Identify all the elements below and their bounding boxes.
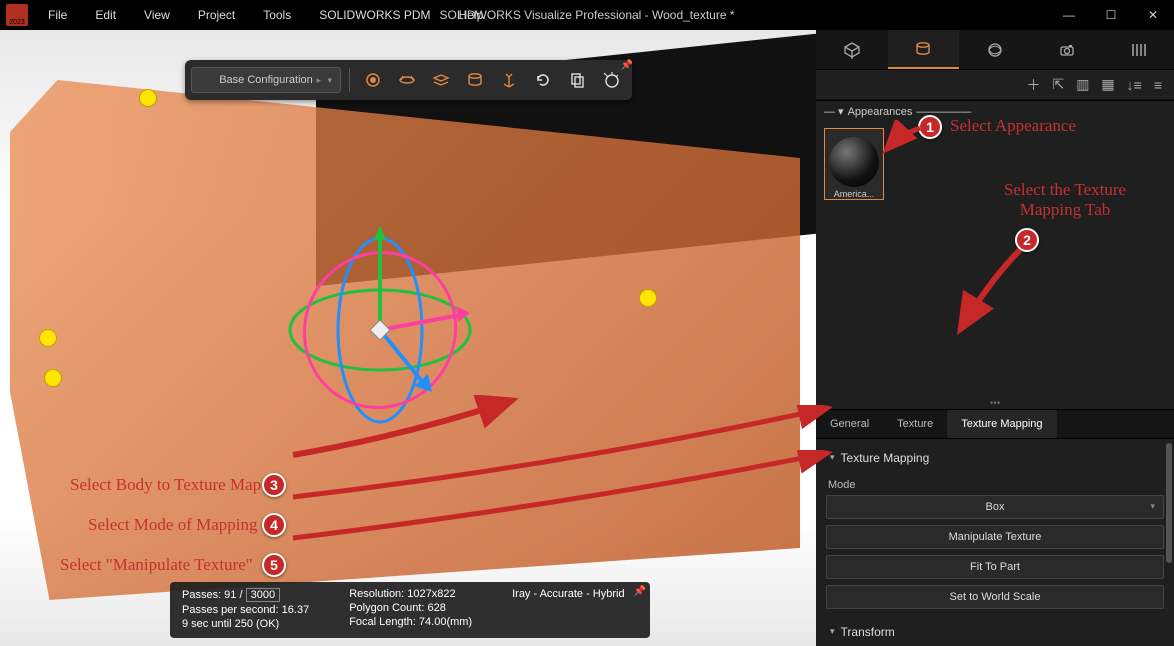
record-icon[interactable] bbox=[358, 65, 388, 95]
tab-scenes-icon[interactable] bbox=[959, 30, 1031, 69]
sort-icon[interactable]: ↓≡ bbox=[1127, 77, 1142, 93]
annotation-5-text: Select "Manipulate Texture" bbox=[60, 555, 253, 575]
subtab-texture[interactable]: Texture bbox=[883, 410, 947, 438]
bbox-handle[interactable] bbox=[640, 290, 656, 306]
passes-total: 3000 bbox=[246, 588, 280, 602]
viewport-toolbar: Base Configuration 📌 bbox=[185, 60, 632, 100]
menu-tools[interactable]: Tools bbox=[249, 2, 305, 28]
bbox-handle[interactable] bbox=[140, 90, 156, 106]
annotation-3-text: Select Body to Texture Map bbox=[70, 475, 261, 495]
tab-library-icon[interactable] bbox=[1102, 30, 1174, 69]
copy-icon[interactable] bbox=[562, 65, 592, 95]
passes-eta: 9 sec until 250 (OK) bbox=[182, 618, 309, 630]
tab-appearances-icon[interactable] bbox=[888, 30, 960, 69]
turntable-icon[interactable] bbox=[392, 65, 422, 95]
menu-bar: File Edit View Project Tools SOLIDWORKS … bbox=[34, 2, 497, 28]
title-bar: 2023 File Edit View Project Tools SOLIDW… bbox=[0, 0, 1174, 30]
texture-mapping-properties: Texture Mapping Mode Box Manipulate Text… bbox=[816, 439, 1174, 646]
pin-icon[interactable]: 📌 bbox=[620, 58, 634, 72]
panel-toolbar: ＋ ⇱ ▥ ▦ ↓≡ ≡ bbox=[816, 70, 1174, 100]
layers-icon[interactable] bbox=[426, 65, 456, 95]
passes-per-second: Passes per second: 16.37 bbox=[182, 604, 309, 616]
status-focal: Focal Length: 74.00(mm) bbox=[349, 616, 472, 628]
render-status-bar: Passes: 91 / 3000 Passes per second: 16.… bbox=[170, 582, 650, 638]
property-subtabs: General Texture Texture Mapping bbox=[816, 409, 1174, 439]
set-world-scale-button[interactable]: Set to World Scale bbox=[826, 585, 1164, 609]
menu-view[interactable]: View bbox=[130, 2, 184, 28]
axis-icon[interactable] bbox=[494, 65, 524, 95]
mode-dropdown[interactable]: Box bbox=[826, 495, 1164, 519]
bbox-handle[interactable] bbox=[40, 330, 56, 346]
menu-project[interactable]: Project bbox=[184, 2, 249, 28]
layout-icon[interactable]: ▥ bbox=[1076, 76, 1089, 93]
subtab-texture-mapping[interactable]: Texture Mapping bbox=[947, 410, 1056, 438]
tab-models-icon[interactable] bbox=[816, 30, 888, 69]
appearance-preview-sphere bbox=[829, 137, 879, 187]
annotation-4-badge: 4 bbox=[262, 513, 286, 537]
tab-cameras-icon[interactable] bbox=[1031, 30, 1103, 69]
subtab-general[interactable]: General bbox=[816, 410, 883, 438]
appearance-thumbnail[interactable]: America... bbox=[824, 128, 884, 200]
scrollbar[interactable] bbox=[1166, 439, 1172, 646]
annotation-1-text: Select Appearance bbox=[950, 116, 1076, 136]
menu-file[interactable]: File bbox=[34, 2, 81, 28]
annotation-1-badge: 1 bbox=[918, 115, 942, 139]
annotation-2-badge: 2 bbox=[1015, 228, 1039, 252]
add-icon[interactable]: ＋ bbox=[1026, 75, 1040, 95]
annotation-5-badge: 5 bbox=[262, 553, 286, 577]
status-engine: Iray - Accurate - Hybrid bbox=[512, 588, 624, 600]
appearance-name: America... bbox=[834, 189, 875, 199]
menu-edit[interactable]: Edit bbox=[81, 2, 130, 28]
bbox-handle[interactable] bbox=[45, 370, 61, 386]
panel-category-tabs bbox=[816, 30, 1174, 70]
status-polygons: Polygon Count: 628 bbox=[349, 602, 472, 614]
menu-pdm[interactable]: SOLIDWORKS PDM bbox=[305, 2, 444, 28]
maximize-button[interactable]: ☐ bbox=[1090, 0, 1132, 30]
close-button[interactable]: ✕ bbox=[1132, 0, 1174, 30]
cylinder-icon[interactable] bbox=[460, 65, 490, 95]
render-viewport[interactable]: Base Configuration 📌 Passes: 91 / bbox=[0, 30, 816, 646]
manipulate-texture-button[interactable]: Manipulate Texture bbox=[826, 525, 1164, 549]
filter-icon[interactable]: ≡ bbox=[1154, 77, 1162, 93]
annotation-3-badge: 3 bbox=[262, 473, 286, 497]
configuration-dropdown[interactable]: Base Configuration bbox=[191, 67, 341, 93]
group-texture-mapping[interactable]: Texture Mapping bbox=[826, 445, 1164, 473]
pin-icon[interactable]: 📌 bbox=[634, 586, 646, 597]
menu-help[interactable]: Help bbox=[445, 2, 498, 28]
group-transform[interactable]: Transform bbox=[826, 619, 1164, 646]
annotation-4-text: Select Mode of Mapping bbox=[88, 515, 258, 535]
fit-to-part-button[interactable]: Fit To Part bbox=[826, 555, 1164, 579]
refresh-icon[interactable] bbox=[528, 65, 558, 95]
grid-icon[interactable]: ▦ bbox=[1101, 76, 1114, 93]
minimize-button[interactable]: — bbox=[1048, 0, 1090, 30]
mode-label: Mode bbox=[828, 479, 1164, 491]
status-resolution: Resolution: 1027x822 bbox=[349, 588, 472, 600]
app-logo: 2023 bbox=[6, 4, 28, 26]
window-controls: — ☐ ✕ bbox=[1048, 0, 1174, 30]
passes-label: Passes: 91 / bbox=[182, 589, 243, 601]
export-icon[interactable]: ⇱ bbox=[1052, 76, 1064, 93]
annotation-2-text: Select the Texture Mapping Tab bbox=[990, 180, 1140, 220]
